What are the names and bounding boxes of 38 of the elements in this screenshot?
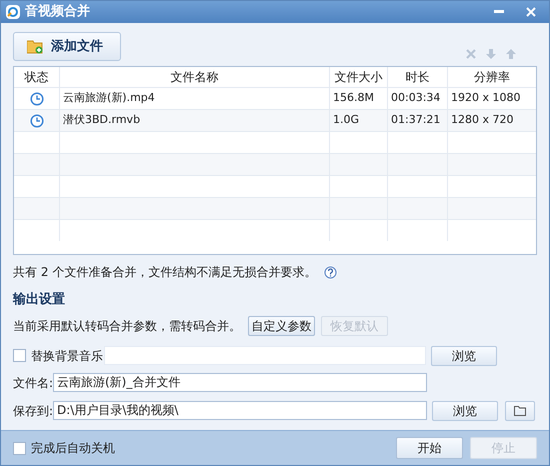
add-file-button[interactable]: 添加文件 <box>13 32 121 61</box>
help-icon[interactable] <box>324 266 338 278</box>
minimize-icon <box>494 10 504 14</box>
save-path-field[interactable]: D:\用户目录\我的视频\ <box>53 401 427 420</box>
open-folder-button[interactable] <box>505 400 535 420</box>
table-cell-text: 1280 x 720 <box>450 112 514 128</box>
column-header[interactable]: 文件名称 <box>60 67 330 87</box>
section-heading: 输出设置 <box>13 291 66 309</box>
window-title: 音视频合并 <box>25 2 91 22</box>
browse-button[interactable]: 浏览 <box>431 346 497 366</box>
table-cell: 01:37:21 <box>388 110 448 131</box>
checkbox[interactable] <box>13 349 26 362</box>
checkbox-label: 替换背景音乐 <box>31 348 104 364</box>
folder-plus-icon <box>27 39 43 54</box>
music-file-field[interactable] <box>104 346 426 365</box>
column-header[interactable]: 状态 <box>14 67 60 87</box>
column-header[interactable]: 分辨率 <box>448 67 536 87</box>
settings-button[interactable]: 自定义参数 <box>248 316 315 336</box>
table-cell: 1.0G <box>330 110 388 131</box>
table-cell: 潜伏3BD.rmvb <box>60 110 330 131</box>
folder-icon <box>514 405 526 416</box>
clock-icon <box>30 92 44 106</box>
table-cell-text: 1920 x 1080 <box>450 90 522 106</box>
clock-icon <box>30 114 44 128</box>
column-header[interactable]: 文件大小 <box>330 67 388 87</box>
start-button[interactable]: 开始 <box>396 437 463 459</box>
table-row[interactable]: 潜伏3BD.rmvb 1.0G 01:37:21 1280 x 720 <box>14 109 536 131</box>
summary-text: 共有 2 个文件准备合并，文件结构不满足无损合并要求。 <box>13 264 316 281</box>
app-icon <box>5 4 21 20</box>
field-label: 文件名: <box>13 374 53 392</box>
browse-button[interactable]: 浏览 <box>432 400 498 420</box>
column-header[interactable]: 时长 <box>388 67 448 87</box>
output-note: 当前采用默认转码合并参数，需转码合并。 <box>13 318 242 334</box>
checkbox[interactable] <box>13 442 26 454</box>
field-label: 保存到: <box>13 402 53 420</box>
checkbox-label: 完成后自动关机 <box>31 440 116 457</box>
filename-field[interactable]: 云南旅游(新)_合并文件 <box>53 373 427 392</box>
close-icon <box>526 7 536 17</box>
